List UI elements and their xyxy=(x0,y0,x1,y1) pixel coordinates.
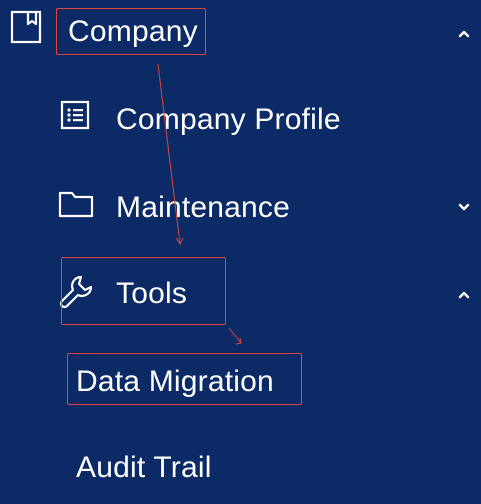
menu-item-label: Company xyxy=(68,15,198,48)
menu-item-company-profile[interactable]: Company Profile xyxy=(0,84,481,156)
menu-item-label: Data Migration xyxy=(76,365,274,398)
wrench-icon xyxy=(58,274,94,310)
chevron-down-icon[interactable] xyxy=(457,200,471,214)
folder-icon xyxy=(58,188,94,218)
menu-item-label: Maintenance xyxy=(116,191,290,224)
menu-item-company[interactable]: Company xyxy=(0,0,481,72)
menu-item-data-migration[interactable]: Data Migration xyxy=(0,346,481,418)
menu-item-label: Company Profile xyxy=(116,103,341,136)
menu-item-label: Audit Trail xyxy=(76,451,212,484)
chevron-up-icon[interactable] xyxy=(457,27,471,41)
bookmark-icon xyxy=(10,10,44,44)
menu-item-tools[interactable]: Tools xyxy=(0,258,481,330)
sidebar-menu: Company Company Profile Maintenance Tool… xyxy=(0,0,481,486)
menu-item-label: Tools xyxy=(116,277,188,310)
list-icon xyxy=(60,100,90,130)
chevron-up-icon[interactable] xyxy=(457,288,471,302)
menu-item-maintenance[interactable]: Maintenance xyxy=(0,172,481,244)
menu-item-audit-trail[interactable]: Audit Trail xyxy=(0,432,481,504)
